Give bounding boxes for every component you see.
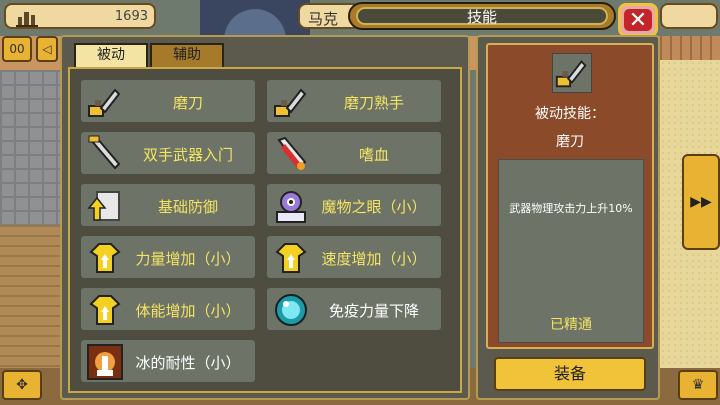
skill-label: 嗜血 [358, 146, 389, 164]
skill-item-ice-resist[interactable]: 冰的耐性（小） [80, 339, 256, 383]
money-value: 1693 [114, 9, 148, 24]
ice-resist-icon [87, 344, 123, 380]
skill-label: 磨刀熟手 [343, 94, 404, 112]
background-dome [200, 0, 310, 40]
tab-passive[interactable]: 被动 [74, 43, 148, 67]
background-brick-wall [660, 36, 720, 62]
character-name: 马克 [308, 10, 339, 28]
money-display: 1693 [4, 3, 156, 29]
skill-label: 双手武器入门 [142, 146, 233, 164]
skill-label: 基础防御 [157, 198, 218, 216]
skill-list-panel: 被动 辅助 磨刀 磨刀熟手 双手武器入门 嗜血 基础防御 魔物之眼（小） 力量增… [60, 35, 470, 400]
move-button[interactable]: ✥ [2, 370, 42, 400]
shield-up-icon [87, 191, 120, 221]
skill-item-whetstone[interactable]: 磨刀 [80, 79, 256, 123]
skill-label: 体能增加（小） [135, 302, 241, 320]
skill-detail-card: 被动技能： 磨刀 武器物理攻击力上升10% 已精通 [486, 43, 654, 349]
skill-label: 冰的耐性（小） [135, 354, 241, 372]
orb-icon [275, 294, 307, 326]
skill-item-two-handed[interactable]: 双手武器入门 [80, 131, 256, 175]
skill-item-whetstone-expert[interactable]: 磨刀熟手 [266, 79, 442, 123]
shirt-up-icon [275, 243, 307, 273]
skill-label: 磨刀 [172, 94, 203, 112]
monster-eye-icon [276, 191, 306, 223]
equip-button[interactable]: 装备 [494, 357, 646, 391]
page-title: 技能 [356, 7, 608, 25]
pause-button[interactable]: 00 [2, 36, 32, 62]
shirt-up-icon [89, 295, 121, 325]
skill-label: 力量增加（小） [135, 250, 241, 268]
skill-type-label: 被动技能： [535, 106, 605, 122]
shirt-up-icon [89, 243, 121, 273]
skill-item-stamina-up[interactable]: 体能增加（小） [80, 287, 256, 331]
skill-grid: 磨刀 磨刀熟手 双手武器入门 嗜血 基础防御 魔物之眼（小） 力量增加（小） 速… [68, 67, 462, 393]
skill-item-immunity[interactable]: 免疫力量下降 [266, 287, 442, 331]
tab-support[interactable]: 辅助 [150, 43, 224, 67]
sword-whetstone-icon [88, 88, 121, 117]
title-banner: 技能 [348, 2, 616, 30]
building-icon [16, 12, 38, 27]
skill-label: 魔物之眼（小） [321, 198, 427, 216]
skill-item-speed-up[interactable]: 速度增加（小） [266, 235, 442, 279]
skill-description-box: 武器物理攻击力上升10% 已精通 [498, 159, 644, 343]
top-right-pill [660, 3, 718, 29]
close-icon: ✕ [624, 9, 652, 33]
next-page-button[interactable]: ▶▶ [682, 154, 720, 250]
sword-whetstone-icon [552, 53, 592, 93]
background-wood-floor [0, 225, 60, 370]
skill-item-strength-up[interactable]: 力量增加（小） [80, 235, 256, 279]
skill-label: 速度增加（小） [321, 250, 427, 268]
skill-name: 磨刀 [556, 134, 584, 150]
skill-detail-panel: 被动技能： 磨刀 武器物理攻击力上升10% 已精通 装备 [476, 35, 660, 400]
sword-whetstone-icon [274, 88, 307, 117]
crown-button[interactable]: ♛ [678, 370, 718, 400]
skill-item-monster-eye[interactable]: 魔物之眼（小） [266, 183, 442, 227]
close-button[interactable]: ✕ [618, 3, 658, 37]
two-handed-sword-icon [88, 135, 121, 170]
back-button[interactable]: ◁ [36, 36, 58, 62]
bloodthirst-icon [277, 136, 307, 170]
skill-label: 免疫力量下降 [328, 302, 419, 320]
skill-status: 已精通 [550, 317, 592, 333]
skill-description: 武器物理攻击力上升10% [509, 202, 633, 215]
skill-item-basic-defense[interactable]: 基础防御 [80, 183, 256, 227]
skill-item-bloodthirst[interactable]: 嗜血 [266, 131, 442, 175]
